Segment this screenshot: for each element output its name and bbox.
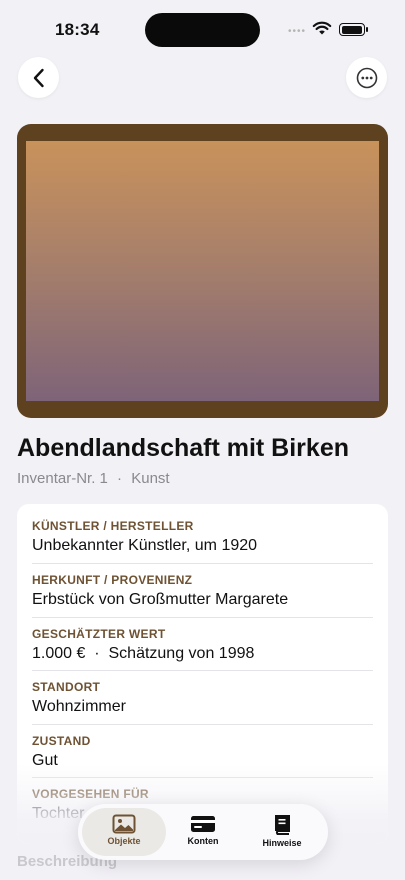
tab-label: Objekte [107,836,141,846]
cellular-signal-icon: •••• [288,26,307,37]
battery-icon [339,23,368,36]
divider [32,617,373,618]
tab-bar: Objekte Konten Hinweise [78,804,328,860]
details-card: KÜNSTLER / HERSTELLER Unbekannter Künstl… [17,504,388,844]
item-category: Kunst [131,470,170,487]
detail-label: ZUSTAND [32,734,91,748]
subtitle-separator: · [117,470,123,487]
detail-row-condition: ZUSTAND Gut [32,734,373,770]
artwork-image [26,141,379,401]
detail-value: Wohnzimmer [32,698,126,715]
detail-value: Gut [32,752,58,769]
divider [32,777,373,778]
detail-label: GESCHÄTZTER WERT [32,627,166,641]
detail-label: KÜNSTLER / HERSTELLER [32,519,194,533]
detail-label: STANDORT [32,680,101,694]
status-time: 18:34 [55,20,100,39]
item-subtitle: Inventar-Nr. 1 · Kunst [17,470,170,487]
item-title: Abendlandschaft mit Birken [17,434,349,462]
dynamic-island [145,13,260,47]
book-icon [275,815,290,835]
detail-row-value: GESCHÄTZTER WERT 1.000 € · Schätzung von… [32,627,373,663]
tab-label: Hinweise [262,838,302,848]
wifi-icon [312,21,332,35]
chevron-left-icon [33,68,44,87]
divider [32,563,373,564]
artwork-frame[interactable] [17,124,388,418]
status-bar: 18:34 •••• [0,0,405,60]
detail-label: VORGESEHEN FÜR [32,787,149,801]
detail-row-location: STANDORT Wohnzimmer [32,680,373,716]
more-button[interactable] [346,57,387,98]
detail-label: HERKUNFT / PROVENIENZ [32,573,193,587]
detail-value: Unbekannter Künstler, um 1920 [32,537,258,554]
detail-value: 1.000 € · Schätzung von 1998 [32,645,255,662]
tab-konten[interactable]: Konten [161,808,245,856]
divider [32,670,373,671]
ellipsis-circle-icon [356,67,377,88]
photo-icon [112,814,136,834]
inventory-number: Inventar-Nr. 1 [17,470,108,487]
credit-card-icon [191,816,215,832]
tab-hinweise[interactable]: Hinweise [240,808,324,856]
detail-row-provenance: HERKUNFT / PROVENIENZ Erbstück von Großm… [32,573,373,609]
tab-label: Konten [187,836,219,846]
tab-objekte[interactable]: Objekte [82,808,166,856]
detail-value: Erbstück von Großmutter Margarete [32,591,289,608]
back-button[interactable] [18,57,59,98]
divider [32,724,373,725]
detail-row-artist: KÜNSTLER / HERSTELLER Unbekannter Künstl… [32,519,373,555]
